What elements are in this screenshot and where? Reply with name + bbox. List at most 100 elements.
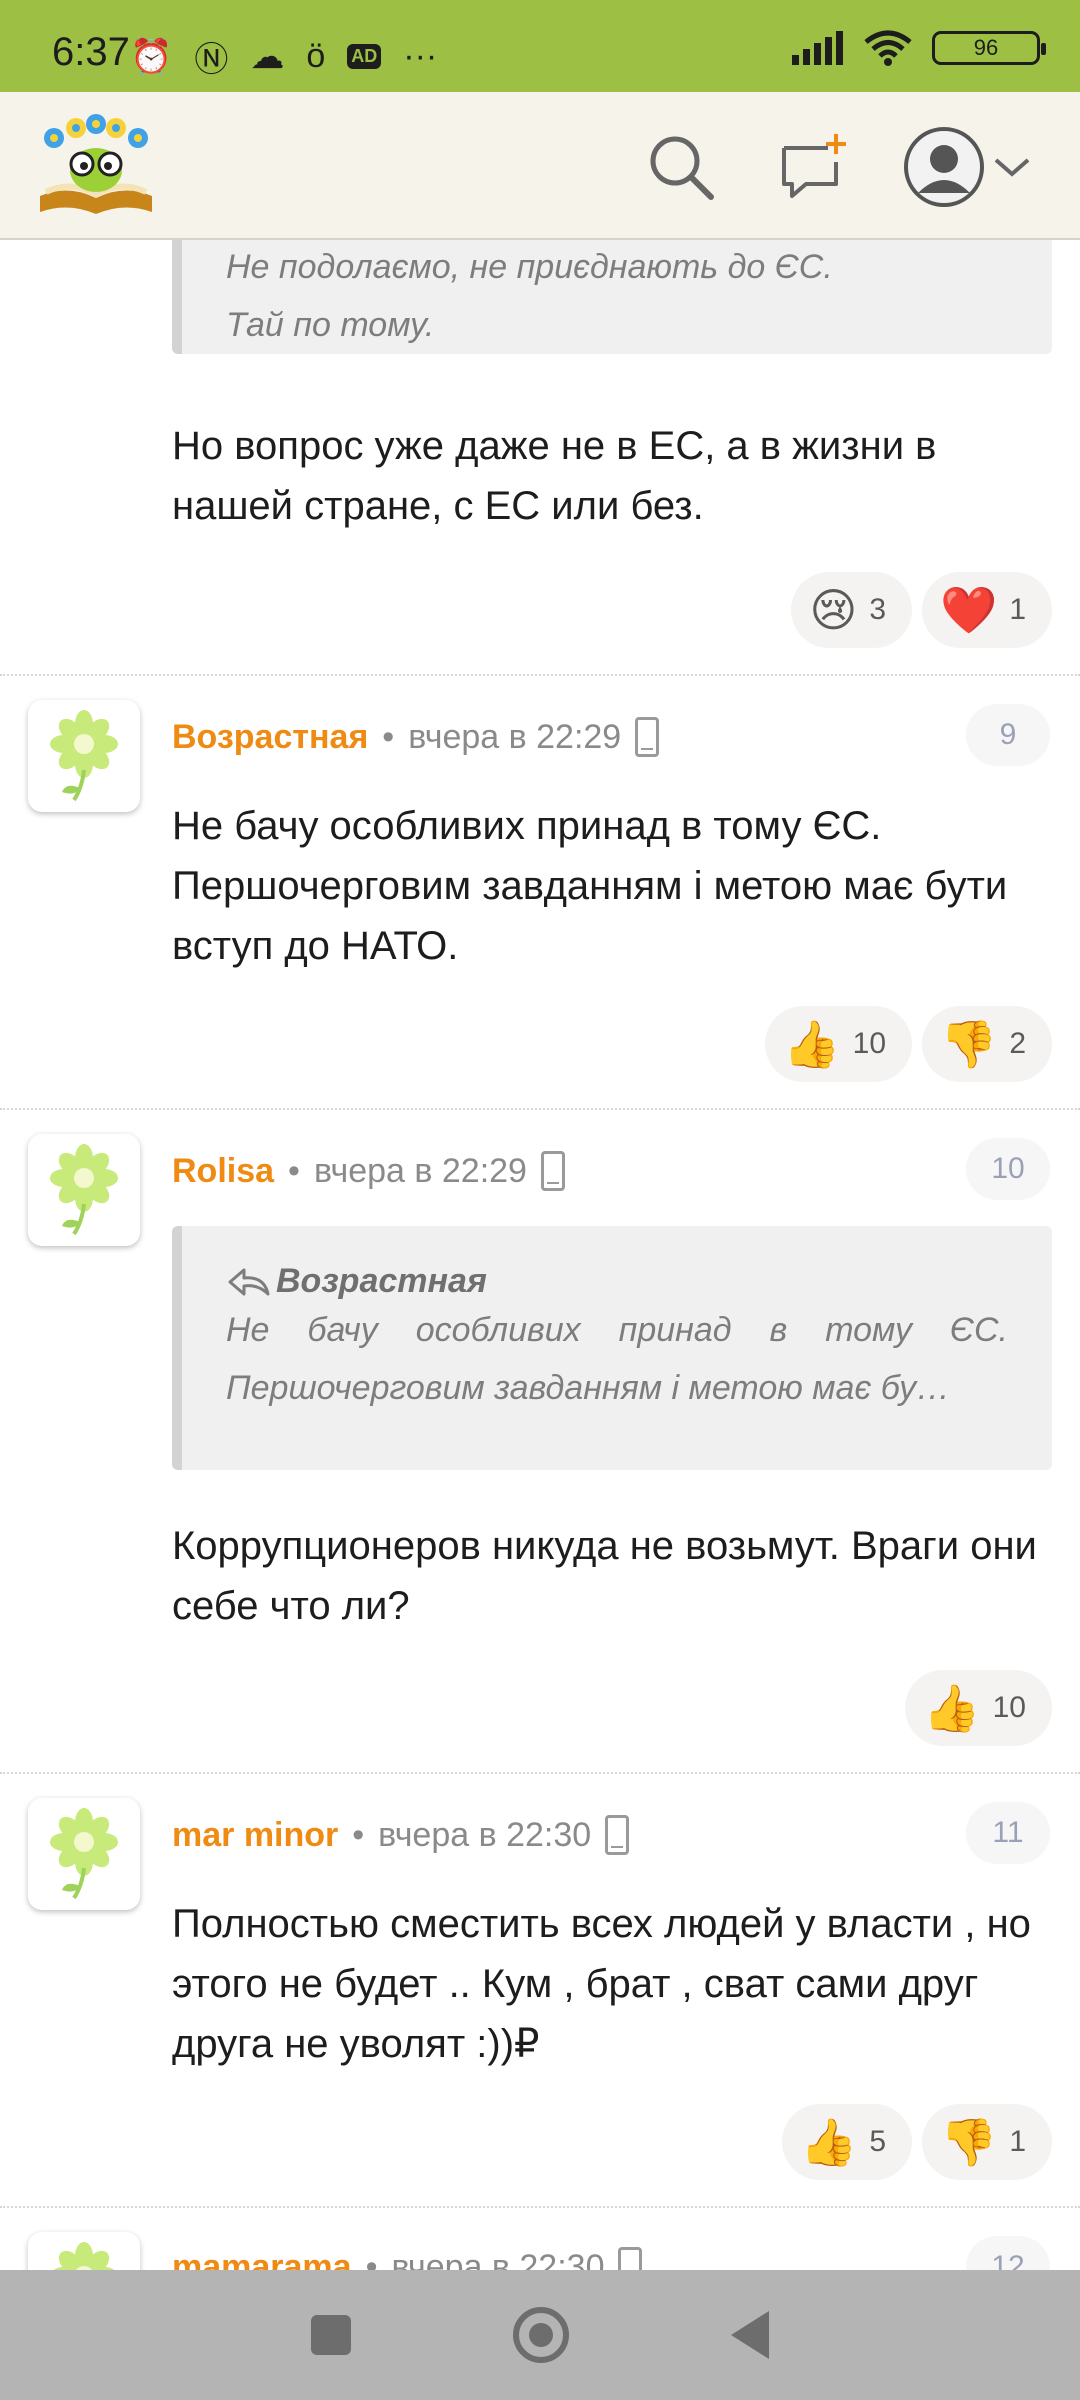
back-button[interactable] <box>731 2311 769 2359</box>
comment-author[interactable]: Rolisa <box>172 1152 274 1191</box>
battery-icon: 96 <box>932 31 1046 65</box>
avatar[interactable] <box>28 2232 140 2270</box>
quote-line: Першочерговим завданням і метою має бу… <box>226 1369 951 1407</box>
reactions-bar: 😢 3 ❤️ 1 <box>791 572 1052 648</box>
quote-line: Не подолаємо, не приєднають до ЄС. <box>226 248 833 286</box>
user-avatar-icon <box>904 127 984 207</box>
comment-separator <box>0 2206 1080 2208</box>
mobile-device-icon <box>635 717 660 757</box>
reaction-dislike[interactable]: 👎 1 <box>922 2104 1052 2180</box>
new-comment-button[interactable] <box>768 122 858 212</box>
comment-text: Не бачу особливих принад в тому ЄС. Перш… <box>172 804 1008 968</box>
comment-text: Но вопрос уже даже не в ЕС, а в жизни в … <box>172 424 937 528</box>
thumbs-up-icon: 👍 <box>783 1018 841 1070</box>
comment-meta: Возрастная • вчера в 22:29 <box>172 712 660 762</box>
quote-author-row: Возрастная <box>226 1262 1008 1301</box>
flower-avatar-icon <box>50 1808 118 1900</box>
comment-author[interactable]: Возрастная <box>172 718 368 757</box>
meta-dot: • <box>352 1815 365 1854</box>
reaction-like[interactable]: 👍 10 <box>765 1006 913 1082</box>
reaction-count: 10 <box>992 1691 1026 1724</box>
comment-author[interactable]: mamarama <box>172 2248 352 2271</box>
logo-icon[interactable] <box>32 108 160 220</box>
search-button[interactable] <box>636 122 726 212</box>
cloud-icon: ☁ <box>250 37 285 76</box>
status-icons-right: 96 <box>792 30 1046 66</box>
comment-author[interactable]: mar minor <box>172 1816 338 1855</box>
reactions-bar: 👍 10 <box>905 1670 1052 1746</box>
comment-number[interactable]: 9 <box>966 704 1050 766</box>
alarm-icon: ⏰ <box>130 37 173 76</box>
flower-avatar-icon <box>50 710 118 802</box>
comment-meta: mar minor • вчера в 22:30 <box>172 1810 630 1860</box>
mobile-device-icon <box>618 2247 643 2270</box>
comment-meta: mamarama • вчера в 22:30 <box>172 2242 643 2271</box>
chevron-down-icon <box>994 158 1030 177</box>
comment-time: вчера в 22:30 <box>391 2247 605 2271</box>
avatar[interactable] <box>28 1134 140 1246</box>
avatar[interactable] <box>28 700 140 812</box>
comment-separator <box>0 1108 1080 1110</box>
thumbs-down-icon: 👎 <box>940 2116 998 2168</box>
nfc-icon: Ⓝ <box>194 41 229 79</box>
comment-quote[interactable]: Возрастная Не бачу особливих принад в то… <box>172 1226 1052 1470</box>
search-icon <box>650 136 714 200</box>
quote-line: Не бачу особливих принад в тому ЄС. <box>226 1311 1008 1349</box>
status-icons-left: ⏰ Ⓝ ☁ ö AD ··· <box>130 32 437 81</box>
new-comment-icon <box>782 134 846 198</box>
comment-number[interactable]: 11 <box>966 1802 1050 1864</box>
reaction-like[interactable]: 👍 10 <box>905 1670 1052 1746</box>
avatar[interactable] <box>28 1798 140 1910</box>
reaction-dislike[interactable]: 👎 2 <box>922 1006 1052 1082</box>
reaction-heart[interactable]: ❤️ 1 <box>922 572 1052 648</box>
comment-text: Полностью сместить всех людей у власти ,… <box>172 1902 1031 2066</box>
notification-icon: ö <box>306 37 326 75</box>
thumbs-down-icon: 👎 <box>940 1018 998 1070</box>
reaction-count: 5 <box>869 2125 887 2158</box>
home-button[interactable] <box>513 2307 569 2363</box>
reaction-like[interactable]: 👍 5 <box>782 2104 913 2180</box>
system-navigation-bar <box>0 2270 1080 2400</box>
meta-dot: • <box>382 717 395 756</box>
reaction-count: 1 <box>1009 2125 1026 2158</box>
flower-avatar-icon <box>53 2242 115 2270</box>
reaction-count: 1 <box>1009 593 1026 626</box>
reply-arrow-icon <box>228 1268 270 1295</box>
comment-time: вчера в 22:29 <box>313 1151 527 1190</box>
reaction-count: 3 <box>869 593 887 626</box>
comment-separator <box>0 1772 1080 1774</box>
reaction-count: 10 <box>852 1027 887 1060</box>
profile-menu-button[interactable] <box>898 122 1038 212</box>
quote-author: Возрастная <box>276 1262 487 1300</box>
comment-separator <box>0 674 1080 676</box>
meta-dot: • <box>288 1151 300 1190</box>
battery-level: 96 <box>973 35 999 60</box>
quote-line: Тай по тому. <box>226 306 435 344</box>
reactions-bar: 👍 5 👎 1 <box>782 2104 1052 2180</box>
comment-quote: Не подолаємо, не приєднають до ЄС. Тай п… <box>172 240 1052 354</box>
thumbs-up-icon: 👍 <box>800 2116 858 2168</box>
ad-blocker-icon: AD <box>347 44 382 69</box>
reaction-count: 2 <box>1009 1027 1026 1060</box>
wifi-icon <box>864 30 912 66</box>
mobile-device-icon <box>540 1151 565 1191</box>
reaction-sad[interactable]: 😢 3 <box>791 572 913 648</box>
status-bar: 6:37 ⏰ Ⓝ ☁ ö AD ··· 96 <box>0 0 1080 92</box>
site-header <box>0 92 1080 240</box>
status-time: 6:37 <box>52 30 130 74</box>
thumbs-up-icon: 👍 <box>923 1682 981 1734</box>
heart-icon: ❤️ <box>940 584 998 636</box>
more-notifications-icon: ··· <box>403 37 438 75</box>
signal-icon <box>792 31 843 65</box>
meta-dot: • <box>365 2247 378 2271</box>
comment-time: вчера в 22:29 <box>408 717 622 756</box>
sad-emoji-icon: 😢 <box>809 584 858 636</box>
comment-meta: Rolisa • вчера в 22:29 <box>172 1146 565 1196</box>
reactions-bar: 👍 10 👎 2 <box>765 1006 1052 1082</box>
flower-avatar-icon <box>50 1144 118 1236</box>
comment-time: вчера в 22:30 <box>378 1815 592 1854</box>
mobile-device-icon <box>605 1815 630 1855</box>
recent-apps-button[interactable] <box>311 2315 351 2355</box>
comment-number[interactable]: 12 <box>966 2236 1050 2270</box>
comment-number[interactable]: 10 <box>966 1138 1050 1200</box>
